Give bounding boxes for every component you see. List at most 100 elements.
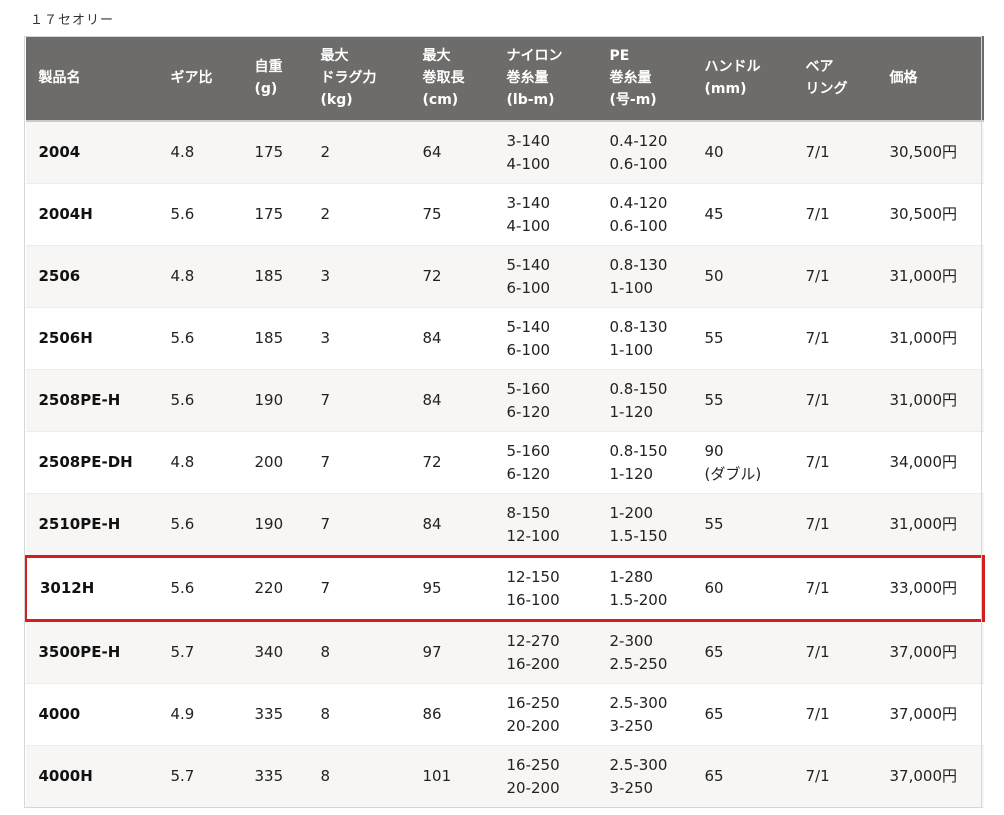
cell-model-name: 2510PE-H	[25, 493, 158, 557]
cell-max-retrieve: 64	[409, 121, 494, 184]
cell-max-retrieve: 95	[409, 555, 494, 622]
cell-handle-length: 50	[691, 245, 793, 308]
cell-pe-capacity: 1-200 1.5-150	[596, 493, 692, 557]
cell-price: 33,000円	[876, 555, 985, 622]
cell-max-drag: 7	[307, 555, 410, 622]
cell-model-name: 4000	[25, 683, 158, 746]
cell-weight: 340	[241, 620, 308, 684]
cell-weight: 175	[241, 121, 308, 184]
table-row: 2506H 5.6 185 3 84 5-140 6-100 0.8-130 1-100 55…	[25, 307, 984, 370]
cell-handle-length: 45	[691, 183, 793, 246]
table-body: 2004 4.8 175 2 64 3-140 4-100 0.4-120 0.6-100 4…	[24, 121, 985, 808]
cell-weight: 220	[241, 555, 308, 622]
cell-max-drag: 3	[307, 245, 410, 308]
cell-gear-ratio: 5.6	[157, 307, 242, 370]
cell-model-name: 3500PE-H	[25, 620, 158, 684]
cell-nylon-capacity: 5-140 6-100	[493, 245, 597, 308]
spec-table: 製品名 ギア比 自重 (g) 最大 ドラグ力 (kg) 最大 巻取長 (cm) ナイロン …	[24, 36, 985, 808]
table-row: 2508PE-H 5.6 190 7 84 5-160 6-120 0.8-150 1-12…	[25, 369, 984, 432]
cell-nylon-capacity: 8-150 12-100	[493, 493, 597, 557]
cell-model-name: 2508PE-DH	[25, 431, 158, 494]
cell-max-retrieve: 75	[409, 183, 494, 246]
cell-gear-ratio: 5.6	[157, 493, 242, 557]
cell-max-retrieve: 72	[409, 431, 494, 494]
cell-price: 31,000円	[876, 307, 984, 370]
cell-bearings: 7/1	[792, 555, 877, 622]
cell-nylon-capacity: 5-160 6-120	[493, 431, 597, 494]
cell-handle-length: 65	[691, 620, 793, 684]
cell-pe-capacity: 0.8-150 1-120	[596, 431, 692, 494]
cell-pe-capacity: 2-300 2.5-250	[596, 620, 692, 684]
cell-model-name: 2506	[25, 245, 158, 308]
column-header-max-retrieve: 最大 巻取長 (cm)	[409, 36, 494, 122]
cell-nylon-capacity: 3-140 4-100	[493, 121, 597, 184]
cell-model-name: 2004	[25, 121, 158, 184]
cell-model-name: 3012H	[24, 555, 158, 622]
cell-handle-length: 90 (ダブル)	[691, 431, 793, 494]
cell-price: 37,000円	[876, 745, 984, 808]
cell-weight: 335	[241, 683, 308, 746]
cell-bearings: 7/1	[792, 431, 877, 494]
cell-model-name: 2004H	[25, 183, 158, 246]
cell-max-retrieve: 84	[409, 307, 494, 370]
cell-gear-ratio: 4.9	[157, 683, 242, 746]
cell-price: 31,000円	[876, 245, 984, 308]
column-header-nylon-capacity: ナイロン 巻糸量 (lb-m)	[493, 36, 597, 122]
cell-gear-ratio: 5.6	[157, 183, 242, 246]
cell-pe-capacity: 0.4-120 0.6-100	[596, 183, 692, 246]
cell-weight: 185	[241, 245, 308, 308]
cell-nylon-capacity: 16-250 20-200	[493, 683, 597, 746]
cell-pe-capacity: 0.8-130 1-100	[596, 307, 692, 370]
header-row: 製品名 ギア比 自重 (g) 最大 ドラグ力 (kg) 最大 巻取長 (cm) ナイロン …	[25, 36, 984, 122]
cell-bearings: 7/1	[792, 183, 877, 246]
cell-price: 34,000円	[876, 431, 984, 494]
cell-bearings: 7/1	[792, 245, 877, 308]
cell-max-drag: 8	[307, 745, 410, 808]
cell-pe-capacity: 0.4-120 0.6-100	[596, 121, 692, 184]
cell-nylon-capacity: 5-140 6-100	[493, 307, 597, 370]
column-header-model-name: 製品名	[25, 36, 158, 122]
cell-nylon-capacity: 16-250 20-200	[493, 745, 597, 808]
cell-max-retrieve: 84	[409, 369, 494, 432]
cell-nylon-capacity: 5-160 6-120	[493, 369, 597, 432]
column-header-weight: 自重 (g)	[241, 36, 308, 122]
cell-max-drag: 2	[307, 121, 410, 184]
cell-price: 30,500円	[876, 183, 984, 246]
cell-price: 37,000円	[876, 620, 984, 684]
cell-handle-length: 55	[691, 493, 793, 557]
cell-bearings: 7/1	[792, 683, 877, 746]
cell-bearings: 7/1	[792, 493, 877, 557]
column-header-price: 価格	[876, 36, 984, 122]
cell-max-retrieve: 86	[409, 683, 494, 746]
cell-weight: 190	[241, 493, 308, 557]
column-header-pe-capacity: PE 巻糸量 (号-m)	[596, 36, 692, 122]
table-row-highlighted: 3012H 5.6 220 7 95 12-150 16-100 1-280 1.5-200…	[24, 555, 985, 622]
cell-pe-capacity: 0.8-130 1-100	[596, 245, 692, 308]
cell-gear-ratio: 4.8	[157, 245, 242, 308]
cell-model-name: 2508PE-H	[25, 369, 158, 432]
cell-max-drag: 2	[307, 183, 410, 246]
cell-weight: 190	[241, 369, 308, 432]
cell-price: 31,000円	[876, 369, 984, 432]
table-row: 2004H 5.6 175 2 75 3-140 4-100 0.4-120 0.6-100…	[25, 183, 984, 246]
cell-max-retrieve: 101	[409, 745, 494, 808]
column-header-bearings: ベア リング	[792, 36, 877, 122]
column-header-gear-ratio: ギア比	[157, 36, 242, 122]
cell-handle-length: 55	[691, 307, 793, 370]
cell-handle-length: 55	[691, 369, 793, 432]
table-row: 4000H 5.7 335 8 101 16-250 20-200 2.5-300 3-25…	[25, 745, 984, 808]
cell-max-drag: 3	[307, 307, 410, 370]
cell-bearings: 7/1	[792, 121, 877, 184]
cell-max-retrieve: 97	[409, 620, 494, 684]
cell-gear-ratio: 5.7	[157, 620, 242, 684]
cell-model-name: 4000H	[25, 745, 158, 808]
cell-gear-ratio: 4.8	[157, 121, 242, 184]
cell-weight: 335	[241, 745, 308, 808]
table-row: 2004 4.8 175 2 64 3-140 4-100 0.4-120 0.6-100 4…	[25, 121, 984, 184]
cell-price: 30,500円	[876, 121, 984, 184]
cell-price: 37,000円	[876, 683, 984, 746]
cell-weight: 175	[241, 183, 308, 246]
cell-handle-length: 65	[691, 745, 793, 808]
cell-bearings: 7/1	[792, 620, 877, 684]
table-row: 2508PE-DH 4.8 200 7 72 5-160 6-120 0.8-150 1-1…	[25, 431, 984, 494]
